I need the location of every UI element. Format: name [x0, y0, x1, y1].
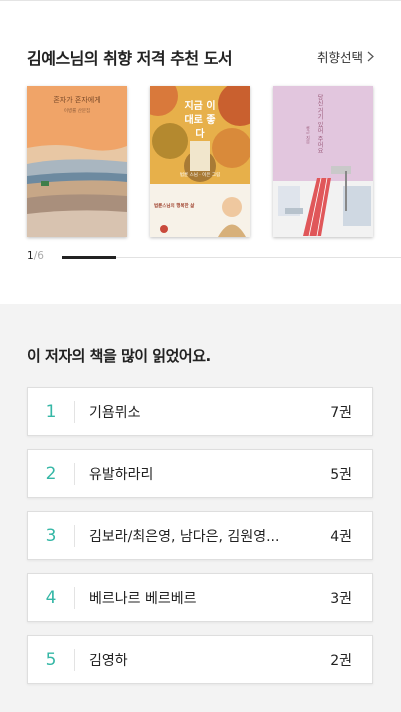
book-title: 혼자가 혼자에게 — [53, 96, 101, 104]
author-rank-item[interactable]: 3 김보라/최은영, 남다은, 김원영... 4권 — [27, 511, 373, 560]
rank-number: 5 — [45, 649, 57, 670]
author-name: 김영하 — [89, 652, 128, 669]
author-name: 베르나르 베르베르 — [89, 590, 197, 607]
book-title: 당신 거기 있어 주어요 — [316, 94, 323, 154]
rank-number: 3 — [45, 525, 57, 546]
chevron-right-icon — [367, 51, 374, 62]
author-name: 김보라/최은영, 남다은, 김원영... — [89, 528, 280, 545]
carousel-progress-thumb[interactable] — [62, 256, 116, 259]
pager-current: 1 — [27, 250, 34, 262]
book-count: 4권 — [330, 528, 352, 545]
authors-section-title: 이 저자의 책을 많이 읽었어요. — [27, 347, 211, 365]
book-count: 3권 — [330, 590, 352, 607]
author-rank-item[interactable]: 1 기욤뮈소 7권 — [27, 387, 373, 436]
carousel-pager: 1/6 — [27, 250, 44, 262]
book-count: 2권 — [330, 652, 352, 669]
section-title: 김예스님의 취향 저격 추천 도서 — [27, 49, 233, 68]
book-title: 지금 이대로 좋다 — [184, 101, 216, 140]
rank-number: 2 — [45, 463, 57, 484]
author-rank-item[interactable]: 5 김영하 2권 — [27, 635, 373, 684]
recommend-section: 김예스님의 취향 저격 추천 도서 취향선택 혼자가 혼자에게 이병률 산문집 — [0, 0, 401, 304]
author-name: 기욤뮈소 — [89, 404, 141, 421]
pager-total: /6 — [33, 250, 44, 262]
rank-number: 4 — [45, 587, 57, 608]
book-cover-1[interactable]: 혼자가 혼자에게 이병률 산문집 — [27, 86, 127, 237]
author-rank-item[interactable]: 4 베르나르 베르베르 3권 — [27, 573, 373, 622]
book-count: 7권 — [330, 404, 352, 421]
book-cover-2[interactable]: 지금 이대로 좋다 법륜 스님 · 이은 그림 법륜스님의 행복한 삶 — [150, 86, 250, 237]
preference-label: 취향선택 — [316, 50, 363, 65]
book-author: 류근 지음 — [306, 126, 311, 144]
book-author: 이병률 산문집 — [63, 109, 91, 114]
rank-number: 1 — [45, 401, 57, 422]
book-band-text: 법륜스님의 행복한 삶 — [154, 204, 195, 209]
book-author: 법륜 스님 · 이은 그림 — [179, 173, 221, 178]
book-count: 5권 — [330, 466, 352, 483]
author-rank-item[interactable]: 2 유발하라리 5권 — [27, 449, 373, 498]
author-name: 유발하라리 — [89, 466, 154, 483]
book-cover-3[interactable]: 당신 거기 있어 주어요 류근 지음 — [273, 86, 373, 237]
preference-select-link[interactable]: 취향선택 — [317, 47, 374, 66]
